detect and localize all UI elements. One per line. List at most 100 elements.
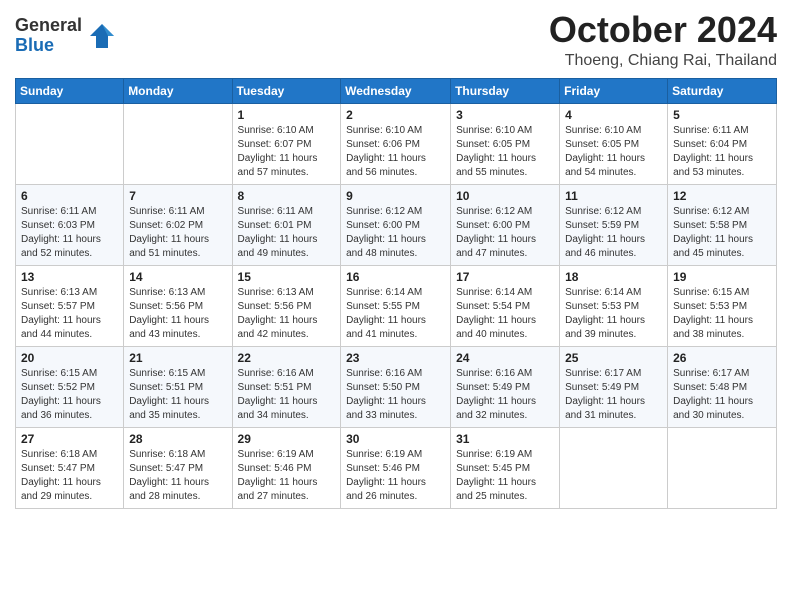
day-info: Sunrise: 6:15 AM Sunset: 5:51 PM Dayligh… bbox=[129, 367, 226, 423]
day-number: 31 bbox=[456, 432, 554, 446]
week-row-1: 1 Sunrise: 6:10 AM Sunset: 6:07 PM Daylig… bbox=[16, 103, 777, 184]
logo: General Blue bbox=[15, 16, 116, 56]
day-header-sunday: Sunday bbox=[16, 78, 124, 103]
day-info: Sunrise: 6:10 AM Sunset: 6:07 PM Dayligh… bbox=[238, 124, 336, 180]
day-info: Sunrise: 6:13 AM Sunset: 5:56 PM Dayligh… bbox=[129, 286, 226, 342]
calendar-cell: 17Sunrise: 6:14 AM Sunset: 5:54 PM Dayli… bbox=[451, 265, 560, 346]
day-header-friday: Friday bbox=[560, 78, 668, 103]
day-number: 9 bbox=[346, 189, 445, 203]
day-number: 23 bbox=[346, 351, 445, 365]
calendar-cell: 7Sunrise: 6:11 AM Sunset: 6:02 PM Daylig… bbox=[124, 184, 232, 265]
day-number: 27 bbox=[21, 432, 118, 446]
calendar-cell bbox=[16, 103, 124, 184]
calendar-cell bbox=[560, 427, 668, 508]
day-info: Sunrise: 6:17 AM Sunset: 5:49 PM Dayligh… bbox=[565, 367, 662, 423]
calendar-header: SundayMondayTuesdayWednesdayThursdayFrid… bbox=[16, 78, 777, 103]
week-row-4: 20Sunrise: 6:15 AM Sunset: 5:52 PM Dayli… bbox=[16, 346, 777, 427]
day-number: 13 bbox=[21, 270, 118, 284]
day-info: Sunrise: 6:19 AM Sunset: 5:45 PM Dayligh… bbox=[456, 448, 554, 504]
calendar-cell: 30 Sunrise: 6:19 AM Sunset: 5:46 PM Dayli… bbox=[341, 427, 451, 508]
day-number: 26 bbox=[673, 351, 771, 365]
calendar-cell: 25 Sunrise: 6:17 AM Sunset: 5:49 PM Dayli… bbox=[560, 346, 668, 427]
calendar-cell: 26 Sunrise: 6:17 AM Sunset: 5:48 PM Dayli… bbox=[668, 346, 777, 427]
day-number: 30 bbox=[346, 432, 445, 446]
week-row-3: 13Sunrise: 6:13 AM Sunset: 5:57 PM Dayli… bbox=[16, 265, 777, 346]
day-number: 28 bbox=[129, 432, 226, 446]
title-block: October 2024 Thoeng, Chiang Rai, Thailan… bbox=[549, 10, 777, 70]
day-info: Sunrise: 6:15 AM Sunset: 5:53 PM Dayligh… bbox=[673, 286, 771, 342]
day-number: 22 bbox=[238, 351, 336, 365]
day-info: Sunrise: 6:16 AM Sunset: 5:50 PM Dayligh… bbox=[346, 367, 445, 423]
calendar-table: SundayMondayTuesdayWednesdayThursdayFrid… bbox=[15, 78, 777, 509]
day-info: Sunrise: 6:13 AM Sunset: 5:56 PM Dayligh… bbox=[238, 286, 336, 342]
day-header-tuesday: Tuesday bbox=[232, 78, 341, 103]
day-info: Sunrise: 6:19 AM Sunset: 5:46 PM Dayligh… bbox=[238, 448, 336, 504]
day-number: 11 bbox=[565, 189, 662, 203]
day-number: 21 bbox=[129, 351, 226, 365]
day-header-wednesday: Wednesday bbox=[341, 78, 451, 103]
day-number: 15 bbox=[238, 270, 336, 284]
day-info: Sunrise: 6:10 AM Sunset: 6:05 PM Dayligh… bbox=[456, 124, 554, 180]
day-header-saturday: Saturday bbox=[668, 78, 777, 103]
day-info: Sunrise: 6:16 AM Sunset: 5:51 PM Dayligh… bbox=[238, 367, 336, 423]
calendar-cell: 4 Sunrise: 6:10 AM Sunset: 6:05 PM Daylig… bbox=[560, 103, 668, 184]
calendar-cell: 24Sunrise: 6:16 AM Sunset: 5:49 PM Dayli… bbox=[451, 346, 560, 427]
day-info: Sunrise: 6:10 AM Sunset: 6:05 PM Dayligh… bbox=[565, 124, 662, 180]
calendar-cell: 18 Sunrise: 6:14 AM Sunset: 5:53 PM Dayli… bbox=[560, 265, 668, 346]
calendar-cell: 1 Sunrise: 6:10 AM Sunset: 6:07 PM Daylig… bbox=[232, 103, 341, 184]
day-number: 8 bbox=[238, 189, 336, 203]
day-number: 6 bbox=[21, 189, 118, 203]
day-info: Sunrise: 6:17 AM Sunset: 5:48 PM Dayligh… bbox=[673, 367, 771, 423]
day-number: 19 bbox=[673, 270, 771, 284]
calendar-cell: 22 Sunrise: 6:16 AM Sunset: 5:51 PM Dayli… bbox=[232, 346, 341, 427]
calendar-cell: 16 Sunrise: 6:14 AM Sunset: 5:55 PM Dayli… bbox=[341, 265, 451, 346]
day-number: 4 bbox=[565, 108, 662, 122]
day-info: Sunrise: 6:14 AM Sunset: 5:53 PM Dayligh… bbox=[565, 286, 662, 342]
calendar-cell bbox=[668, 427, 777, 508]
calendar-cell bbox=[124, 103, 232, 184]
calendar-cell: 13Sunrise: 6:13 AM Sunset: 5:57 PM Dayli… bbox=[16, 265, 124, 346]
day-number: 3 bbox=[456, 108, 554, 122]
header: General Blue October 2024 Thoeng, Chiang… bbox=[15, 10, 777, 70]
calendar-cell: 21 Sunrise: 6:15 AM Sunset: 5:51 PM Dayli… bbox=[124, 346, 232, 427]
calendar-cell: 15 Sunrise: 6:13 AM Sunset: 5:56 PM Dayli… bbox=[232, 265, 341, 346]
calendar-body: 1 Sunrise: 6:10 AM Sunset: 6:07 PM Daylig… bbox=[16, 103, 777, 508]
calendar-cell: 12Sunrise: 6:12 AM Sunset: 5:58 PM Dayli… bbox=[668, 184, 777, 265]
month-title: October 2024 bbox=[549, 10, 777, 50]
day-info: Sunrise: 6:12 AM Sunset: 5:58 PM Dayligh… bbox=[673, 205, 771, 261]
calendar-cell: 19 Sunrise: 6:15 AM Sunset: 5:53 PM Dayli… bbox=[668, 265, 777, 346]
calendar-cell: 3 Sunrise: 6:10 AM Sunset: 6:05 PM Daylig… bbox=[451, 103, 560, 184]
day-number: 18 bbox=[565, 270, 662, 284]
day-info: Sunrise: 6:12 AM Sunset: 6:00 PM Dayligh… bbox=[346, 205, 445, 261]
day-number: 16 bbox=[346, 270, 445, 284]
calendar-cell: 8Sunrise: 6:11 AM Sunset: 6:01 PM Daylig… bbox=[232, 184, 341, 265]
day-info: Sunrise: 6:16 AM Sunset: 5:49 PM Dayligh… bbox=[456, 367, 554, 423]
calendar-cell: 11 Sunrise: 6:12 AM Sunset: 5:59 PM Dayli… bbox=[560, 184, 668, 265]
calendar-cell: 29 Sunrise: 6:19 AM Sunset: 5:46 PM Dayli… bbox=[232, 427, 341, 508]
header-row: SundayMondayTuesdayWednesdayThursdayFrid… bbox=[16, 78, 777, 103]
day-number: 17 bbox=[456, 270, 554, 284]
subtitle: Thoeng, Chiang Rai, Thailand bbox=[549, 52, 777, 70]
day-number: 1 bbox=[238, 108, 336, 122]
day-info: Sunrise: 6:19 AM Sunset: 5:46 PM Dayligh… bbox=[346, 448, 445, 504]
logo-general: General bbox=[15, 16, 82, 36]
logo-blue: Blue bbox=[15, 36, 82, 56]
day-number: 25 bbox=[565, 351, 662, 365]
calendar-cell: 9 Sunrise: 6:12 AM Sunset: 6:00 PM Daylig… bbox=[341, 184, 451, 265]
day-info: Sunrise: 6:14 AM Sunset: 5:55 PM Dayligh… bbox=[346, 286, 445, 342]
day-number: 29 bbox=[238, 432, 336, 446]
page: General Blue October 2024 Thoeng, Chiang… bbox=[0, 0, 792, 612]
calendar-cell: 27Sunrise: 6:18 AM Sunset: 5:47 PM Dayli… bbox=[16, 427, 124, 508]
day-header-monday: Monday bbox=[124, 78, 232, 103]
calendar-cell: 10Sunrise: 6:12 AM Sunset: 6:00 PM Dayli… bbox=[451, 184, 560, 265]
day-number: 14 bbox=[129, 270, 226, 284]
logo-text: General Blue bbox=[15, 16, 82, 56]
day-number: 2 bbox=[346, 108, 445, 122]
week-row-2: 6Sunrise: 6:11 AM Sunset: 6:03 PM Daylig… bbox=[16, 184, 777, 265]
calendar-cell: 14 Sunrise: 6:13 AM Sunset: 5:56 PM Dayli… bbox=[124, 265, 232, 346]
day-info: Sunrise: 6:11 AM Sunset: 6:02 PM Dayligh… bbox=[129, 205, 226, 261]
day-info: Sunrise: 6:15 AM Sunset: 5:52 PM Dayligh… bbox=[21, 367, 118, 423]
day-info: Sunrise: 6:10 AM Sunset: 6:06 PM Dayligh… bbox=[346, 124, 445, 180]
day-info: Sunrise: 6:12 AM Sunset: 5:59 PM Dayligh… bbox=[565, 205, 662, 261]
calendar-cell: 28Sunrise: 6:18 AM Sunset: 5:47 PM Dayli… bbox=[124, 427, 232, 508]
